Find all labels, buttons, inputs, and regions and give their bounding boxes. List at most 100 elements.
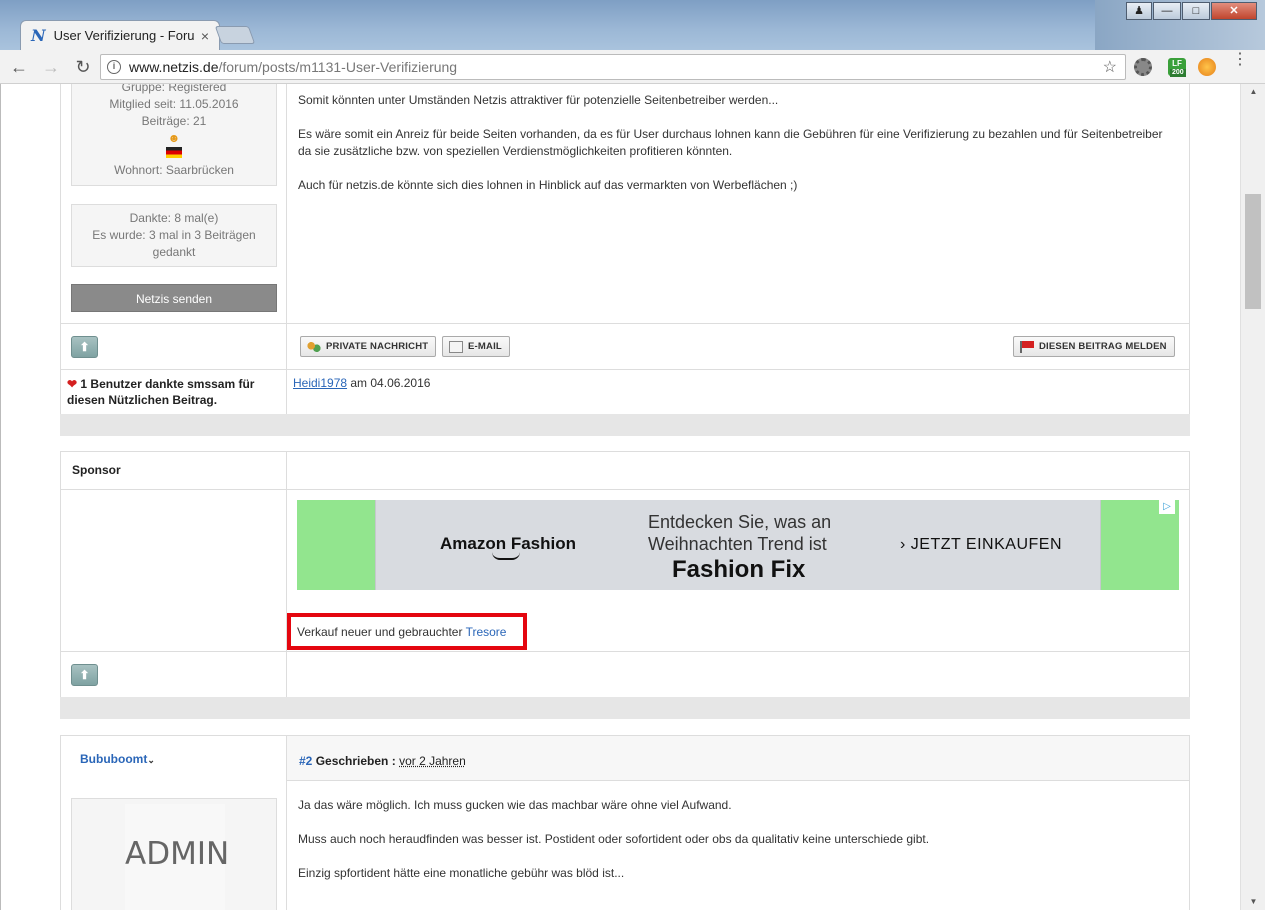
author-profile-box: Gruppe: Registered Mitglied seit: 11.05.… — [71, 84, 277, 186]
url-path: /forum/posts/m1131-User-Verifizierung — [218, 59, 458, 75]
thanking-user-link[interactable]: Heidi1978 — [293, 376, 347, 390]
post2-author-name: Bububoomt — [80, 752, 148, 766]
admin-avatar: ADMIN — [125, 804, 230, 910]
post2-written-label: Geschrieben : — [312, 754, 400, 768]
thanks-received-suffix: gedankt — [152, 245, 196, 259]
scrollbar-thumb[interactable] — [1245, 194, 1261, 309]
envelope-icon — [449, 340, 463, 353]
row-divider — [60, 323, 1190, 324]
close-window-button[interactable]: ✕ — [1211, 2, 1257, 20]
extension-lf-badge: 200 — [1170, 69, 1186, 77]
sponsor-column-divider — [286, 451, 287, 697]
site-info-icon[interactable]: i — [107, 60, 121, 74]
post2-author-link[interactable]: Bububoomt⌄ — [80, 752, 155, 766]
thanks-given: Dankte: 8 mal(e) — [129, 211, 219, 225]
thanks-stats-box: Dankte: 8 mal(e) Es wurde: 3 mal in 3 Be… — [71, 204, 277, 267]
user-profile-icon[interactable]: ♟ — [1126, 2, 1152, 20]
netzis-favicon-icon: N — [31, 26, 46, 45]
post1-paragraph: Es wäre somit ein Anreiz für beide Seite… — [298, 127, 1163, 141]
browser-toolbar: ← → ↻ i www.netzis.de /forum/posts/m1131… — [0, 50, 1265, 84]
scroll-down-arrow-icon[interactable]: ▼ — [1241, 894, 1265, 910]
row-border — [286, 323, 287, 414]
tab-close-icon[interactable]: × — [201, 28, 209, 44]
post2-column-divider — [286, 735, 287, 910]
browser-menu-icon[interactable]: ⋮ — [1232, 52, 1248, 68]
row-divider — [60, 651, 1190, 652]
sponsor-label: Sponsor — [72, 463, 121, 477]
extension-orange-icon[interactable] — [1198, 58, 1216, 76]
maximize-button[interactable]: □ — [1182, 2, 1210, 20]
row-divider — [60, 489, 1190, 490]
post2-paragraph: Ja das wäre möglich. Ich muss gucken wie… — [298, 798, 732, 812]
post1-paragraph: Somit könnten unter Umständen Netzis att… — [298, 93, 779, 107]
thanks-summary-line1: 1 Benutzer dankte smssam für — [80, 377, 255, 391]
new-tab-button[interactable] — [214, 26, 256, 44]
ad-headline-line1: Entdecken Sie, was an — [648, 512, 832, 532]
post2-paragraph: Muss auch noch heraudfinden was besser i… — [298, 832, 930, 846]
sponsor-left-border — [60, 451, 61, 697]
post2-paragraph: Einzig spfortident hätte eine monatliche… — [298, 866, 625, 880]
bookmark-star-icon[interactable]: ☆ — [1103, 57, 1117, 77]
back-arrow-icon[interactable]: ← — [6, 54, 32, 80]
address-bar[interactable]: i www.netzis.de /forum/posts/m1131-User-… — [100, 54, 1126, 80]
extension-lf-label: LF — [1172, 59, 1182, 68]
thanks-received: Es wurde: 3 mal in 3 Beiträgen — [92, 228, 256, 242]
reload-icon[interactable]: ↻ — [70, 54, 96, 80]
post2-meta: #2 Geschrieben : vor 2 Jahren — [299, 754, 466, 768]
thanks-summary-line2: diesen Nützlichen Beitrag. — [67, 393, 218, 407]
sponsor-right-border — [1189, 451, 1190, 697]
private-message-label: PRIVATE NACHRICHT — [326, 341, 429, 352]
extension-gear-icon[interactable] — [1134, 58, 1152, 76]
post-separator — [60, 697, 1190, 719]
gender-male-icon: ☻ — [167, 131, 181, 145]
admin-avatar-text: ADMIN — [125, 836, 230, 872]
post1-body: Somit könnten unter Umständen Netzis att… — [298, 92, 1178, 211]
private-message-button[interactable]: PRIVATE NACHRICHT — [300, 336, 437, 357]
window-titlebar: N User Verifizierung - Forum × ♟ — □ ✕ — [0, 0, 1265, 50]
row-border — [1189, 323, 1190, 414]
url-host: www.netzis.de — [129, 59, 219, 75]
window-controls: ♟ — □ ✕ — [1125, 2, 1257, 20]
amazon-smile-icon — [492, 552, 520, 560]
scroll-top-button[interactable]: ⬆ — [71, 336, 98, 358]
post2-number-link[interactable]: #2 — [299, 754, 312, 768]
ad-headline-line3: Fashion Fix — [672, 556, 806, 583]
scroll-up-arrow-icon[interactable]: ▲ — [1241, 84, 1265, 100]
amazon-fashion-ad-banner[interactable]: Amazon Fashion Entdecken Sie, was an Wei… — [297, 500, 1179, 590]
profile-group: Gruppe: Registered — [121, 84, 227, 94]
row-border — [60, 323, 61, 414]
email-label: E-MAIL — [468, 341, 502, 352]
germany-flag-icon — [166, 147, 182, 158]
ad-headline-line2: Weihnachten Trend ist — [648, 534, 827, 554]
post-separator — [60, 414, 1190, 436]
ad-content: Amazon Fashion Entdecken Sie, was an Wei… — [375, 500, 1101, 590]
profile-member-since: Mitglied seit: 11.05.2016 — [109, 97, 239, 111]
forward-arrow-icon[interactable]: → — [38, 54, 64, 80]
ad-cta-link[interactable]: › JETZT EINKAUFEN — [900, 536, 1062, 554]
ad-brand: Amazon Fashion — [440, 534, 577, 553]
row-divider — [287, 780, 1189, 781]
row-divider — [60, 451, 1190, 452]
thanks-users: Heidi1978 am 04.06.2016 — [293, 376, 430, 390]
tab-title: User Verifizierung - Forum — [53, 28, 194, 43]
scroll-top-button[interactable]: ⬆ — [71, 664, 98, 686]
users-icon — [307, 340, 321, 353]
send-netzis-button[interactable]: Netzis senden — [71, 284, 277, 312]
highlight-box — [287, 613, 527, 650]
post2-time: vor 2 Jahren — [399, 754, 466, 768]
profile-location: Wohnort: Saarbrücken — [114, 163, 234, 177]
report-post-button[interactable]: DIESEN BEITRAG MELDEN — [1013, 336, 1175, 357]
minimize-button[interactable]: — — [1153, 2, 1181, 20]
post2-body: Ja das wäre möglich. Ich muss gucken wie… — [298, 797, 1178, 899]
heart-icon: ❤ — [67, 377, 78, 391]
post1-paragraph: da sie zusätzliche bzw. von speziellen V… — [298, 144, 733, 158]
extension-lf-icon[interactable]: LF 200 — [1168, 58, 1186, 77]
post1-paragraph: Auch für netzis.de könnte sich dies lohn… — [298, 178, 798, 192]
email-button[interactable]: E-MAIL — [442, 336, 510, 357]
browser-tab[interactable]: N User Verifizierung - Forum × — [20, 20, 220, 50]
adchoices-icon[interactable]: ▷ — [1159, 500, 1175, 514]
profile-post-count: Beiträge: 21 — [141, 114, 207, 128]
page-viewport: Gruppe: Registered Mitglied seit: 11.05.… — [0, 84, 1240, 910]
vertical-scrollbar[interactable]: ▲ ▼ — [1240, 84, 1265, 910]
report-post-label: DIESEN BEITRAG MELDEN — [1039, 341, 1167, 352]
